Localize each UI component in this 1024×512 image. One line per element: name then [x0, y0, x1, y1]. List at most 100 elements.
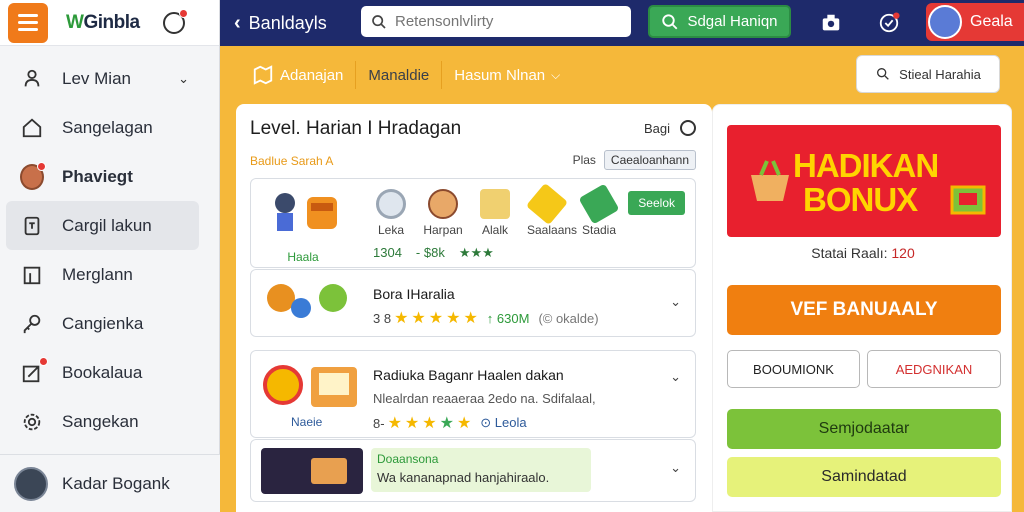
row-title: Radiuka Baganr Haalen dakan	[373, 367, 564, 383]
card-filter-label: Plas	[572, 153, 596, 167]
yellow-action-button[interactable]: Samindatad	[727, 457, 1001, 497]
map-icon	[253, 65, 273, 85]
card-filter: Plas Caealoanhann	[573, 150, 696, 170]
chevron-left-icon: ‹	[234, 11, 241, 34]
chevron-down-icon[interactable]: ⌄	[670, 294, 681, 310]
sidebar-item-merglann[interactable]: Merglann	[0, 250, 219, 299]
tab-hasum-nlnan[interactable]: Hasum Nlnan ⌵	[442, 61, 572, 89]
rating: 3 8 ★ ★ ★ ★ ★ ↑ 630M (© okalde)	[373, 308, 599, 328]
item-saalaans[interactable]: Saalaans	[525, 182, 577, 237]
ticket-icon	[525, 182, 569, 226]
notification-icon[interactable]	[163, 8, 188, 34]
star-icon: ★	[428, 310, 444, 327]
bonus-panel: HADIKAN BONUX Statai Raalı: 120 VEF BANU…	[712, 104, 1012, 512]
bonus-banner[interactable]: HADIKAN BONUX	[727, 125, 1001, 237]
card-filter-select[interactable]: Caealoanhann	[603, 150, 696, 170]
level-card: Level. Harian I Hradagan Bagi Badlue Sar…	[236, 104, 712, 512]
row-extra: ⊙ Leola	[480, 415, 527, 430]
filter-button[interactable]: Stieal Harahia	[856, 55, 1000, 93]
scene-thumbnail	[261, 448, 363, 494]
list-item[interactable]: Bora IHaralia 3 8 ★ ★ ★ ★ ★ ↑ 630M (© okalde…	[250, 269, 696, 337]
row-meta: 3 8	[373, 310, 392, 326]
row-desc: Nlealrdan reaaeraa 2edo na. Sdifalaal,	[373, 391, 596, 406]
row-values: 1304 - $8k ★★★	[373, 245, 494, 261]
chevron-down-icon: ⌵	[551, 67, 561, 82]
chevron-down-icon[interactable]: ⌄	[670, 369, 681, 385]
sidebar-user[interactable]: Kadar Bogank	[0, 454, 220, 512]
select-button[interactable]: Seelok	[628, 191, 685, 215]
star-icon: ★	[404, 415, 420, 432]
sidebar-item-label: Bookalaua	[62, 362, 143, 382]
subheader: Adanajan Manaldie Hasum Nlnan ⌵ Stieal H…	[220, 46, 1024, 104]
home-icon	[20, 116, 44, 140]
rating: 8- ★ ★ ★ ★ ★ ⊙ Leola	[373, 413, 527, 433]
list-item[interactable]: Naeie Radiuka Baganr Haalen dakan Nlealr…	[250, 350, 696, 438]
search-input[interactable]	[395, 13, 615, 30]
user-menu-button[interactable]: Geala	[926, 3, 1024, 41]
search-box	[361, 6, 631, 37]
decline-button[interactable]: AEDGNIKAN	[867, 350, 1001, 388]
sidebar-item-sangelagan[interactable]: Sangelagan	[0, 103, 219, 152]
bookmark-icon	[20, 263, 44, 287]
sidebar-item-sangekan[interactable]: Sangekan	[0, 397, 219, 446]
sidebar: WGinbla Lev Mian ⌄ Sangelagan Phaviegt C…	[0, 0, 220, 512]
chevron-down-icon[interactable]: ⌄	[670, 460, 681, 476]
item-stadia[interactable]: Stadia	[578, 183, 620, 237]
item-harpan[interactable]: Harpan	[423, 189, 463, 237]
search-green-button[interactable]: Sdgal Haniqn	[648, 5, 791, 38]
chevron-down-icon[interactable]: ⌄	[178, 71, 189, 87]
tab-manaldie[interactable]: Manaldie	[356, 61, 443, 89]
list-item[interactable]: Haala Leka Harpan Alalk Saalaans Stadia …	[250, 178, 696, 268]
status-value: 120	[891, 245, 915, 261]
support-icon[interactable]	[878, 12, 900, 34]
value-stars: ★★★	[458, 245, 494, 260]
sidebar-item-cangienka[interactable]: Cangienka	[0, 299, 219, 348]
card-subtitle: Badlue Sarah A	[250, 154, 334, 168]
star-icon: ★	[387, 415, 402, 432]
camera-icon[interactable]	[820, 12, 842, 34]
star-icon: ★	[411, 310, 426, 327]
topbar: ‹ Banldayls Sdgal Haniqn Geala	[220, 0, 1024, 46]
bonus-title-line1: HADIKAN	[793, 147, 939, 184]
item-alalk[interactable]: Alalk	[475, 189, 515, 237]
sidebar-item-phaviegt[interactable]: Phaviegt	[0, 152, 219, 201]
list-item[interactable]: Doaansona Wa kananapnad hanjahiraalo. ⌄	[250, 439, 696, 502]
reward-icon	[263, 365, 357, 407]
info-icon[interactable]	[680, 120, 696, 136]
row-callout: Doaansona Wa kananapnad hanjahiraalo.	[371, 448, 591, 492]
tool-icon	[578, 183, 620, 225]
user-name: Kadar Bogank	[62, 473, 170, 493]
primary-bonus-button[interactable]: VEF BANUAALY	[727, 285, 1001, 335]
sidebar-header: WGinbla	[0, 0, 219, 46]
sidebar-item-cargil-lakun[interactable]: Cargil lakun	[6, 201, 199, 250]
row-meta: 8-	[373, 415, 385, 431]
card-meta-label: Bagi	[643, 120, 670, 136]
status-label: Statai Raalı:	[811, 245, 888, 261]
app: WGinbla Lev Mian ⌄ Sangelagan Phaviegt C…	[0, 0, 1024, 512]
face-icon	[428, 189, 458, 219]
tab-adanajan[interactable]: Adanajan	[240, 61, 357, 89]
card-meta: Bagi	[644, 120, 696, 136]
sidebar-item-label: Merglann	[62, 264, 133, 284]
sidebar-item-label: Sangelagan	[62, 117, 153, 137]
sidebar-nav: Lev Mian ⌄ Sangelagan Phaviegt Cargil la…	[0, 46, 219, 446]
avatar-icon	[20, 161, 46, 190]
green-button-label: Sdgal Haniqn	[687, 13, 778, 30]
star-icon: ★	[439, 415, 454, 432]
hamburger-menu-button[interactable]	[8, 2, 48, 43]
sidebar-item-lev-mian[interactable]: Lev Mian ⌄	[0, 54, 219, 103]
green-action-button[interactable]: Semjodaatar	[727, 409, 1001, 449]
row-tag: Doaansona	[377, 452, 439, 466]
item-leka[interactable]: Leka	[371, 189, 411, 237]
bookmark-button[interactable]: BOOUMIONK	[727, 350, 860, 388]
row-main-label: Haala	[287, 250, 319, 264]
characters-icon	[267, 284, 347, 318]
row-items: Leka Harpan Alalk Saalaans Stadia	[371, 182, 620, 237]
back-label: Banldayls	[248, 12, 327, 33]
card-title: Level. Harian I Hradagan	[250, 118, 462, 139]
edit-icon	[20, 356, 48, 385]
back-button[interactable]: ‹ Banldayls	[234, 12, 327, 35]
sidebar-item-bookalaua[interactable]: Bookalaua	[0, 348, 219, 397]
gift-box-icon	[950, 185, 986, 215]
value-count: 1304	[373, 245, 402, 260]
